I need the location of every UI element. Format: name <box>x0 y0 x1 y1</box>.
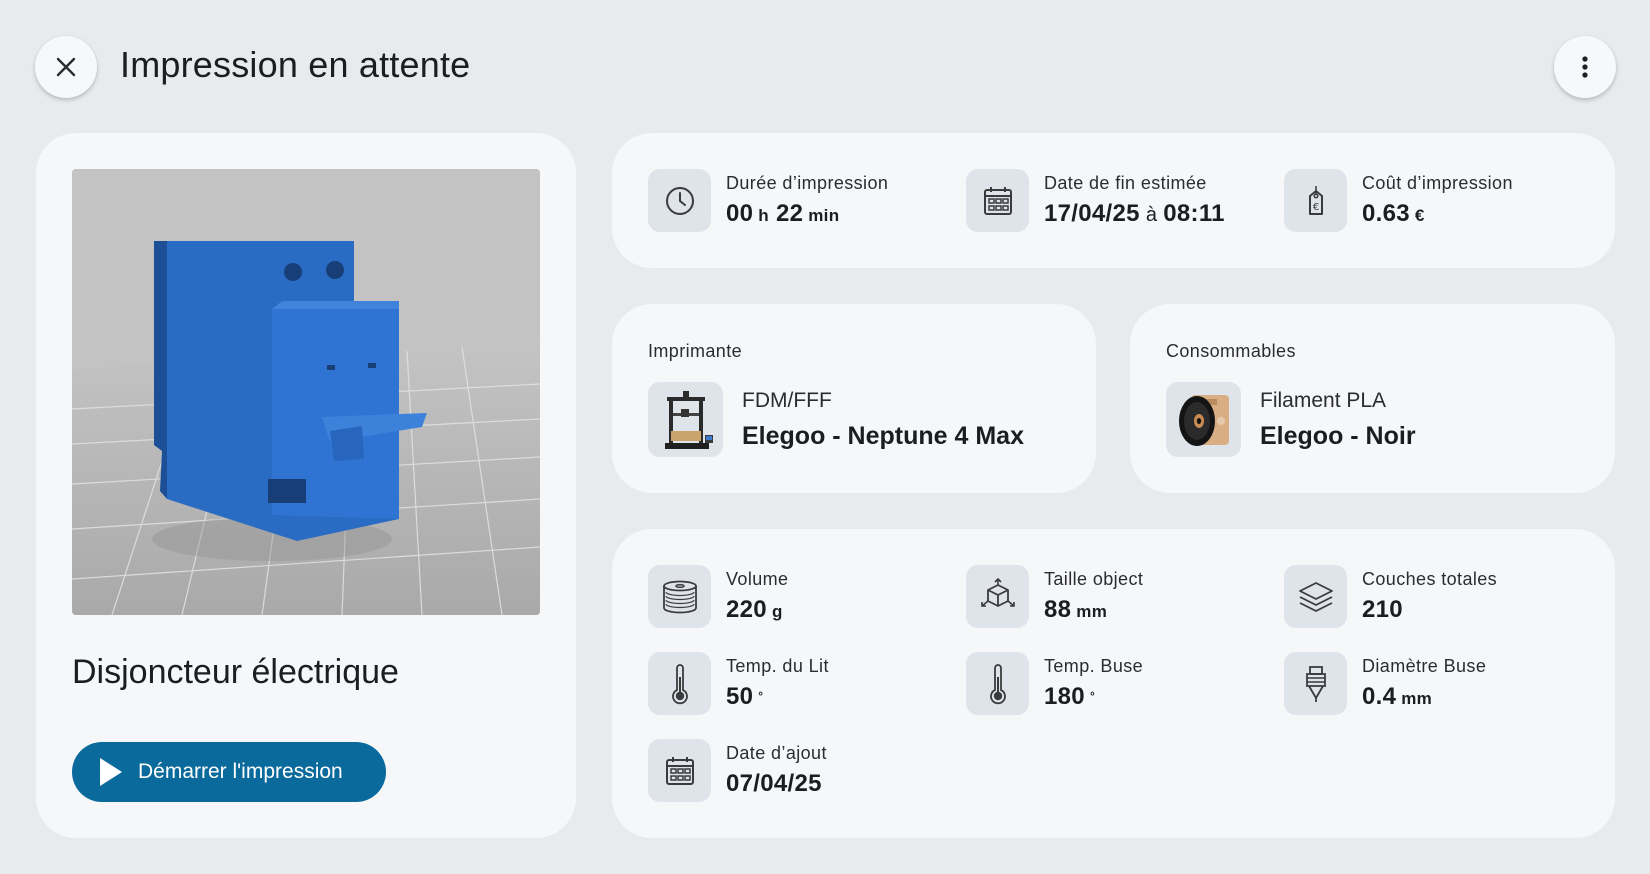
total-layers-stat: Couches totales 210 <box>1284 565 1497 628</box>
cost-label: Coût d’impression <box>1362 173 1513 193</box>
printer-card[interactable]: Imprimante FDM/FFF Elegoo - Neptune 4 Ma… <box>612 304 1096 493</box>
layers-icon <box>1284 565 1347 628</box>
price-tag-icon: € <box>1284 169 1347 232</box>
page-title: Impression en attente <box>120 44 471 85</box>
close-icon <box>56 57 76 77</box>
consumable-name: Elegoo - Noir <box>1260 421 1416 450</box>
bed-temp-stat: Temp. du Lit 50 ° <box>648 652 829 715</box>
model-preview-image <box>72 169 540 615</box>
3d-model-preview <box>72 169 540 615</box>
object-size-stat: Taille object 88 mm <box>966 565 1143 628</box>
added-date-stat: Date d’ajout 07/04/25 <box>648 739 827 802</box>
nozzle-diameter-label: Diamètre Buse <box>1362 656 1487 676</box>
end-date-value: 17/04/25 à 08:11 <box>1044 200 1225 227</box>
print-specs-card: Volume 220 g Taille object 88 mm Couches t… <box>612 529 1615 838</box>
filament-spool-icon <box>1166 382 1241 457</box>
nozzle-temp-stat: Temp. Buse 180 ° <box>966 652 1143 715</box>
volume-value: 220 g <box>726 596 783 623</box>
object-size-value: 88 mm <box>1044 596 1108 623</box>
nozzle-temp-label: Temp. Buse <box>1044 656 1144 676</box>
bed-temp-label: Temp. du Lit <box>726 656 829 676</box>
nozzle-diameter-value: 0.4 mm <box>1362 683 1433 710</box>
thermometer-icon <box>648 652 711 715</box>
more-vertical-icon <box>1582 56 1588 78</box>
duration-stat: Durée d’impression 00 h 22 min <box>648 169 888 232</box>
spool-icon <box>648 565 711 628</box>
cost-stat: € Coût d’impression 0.63 € <box>1284 169 1513 232</box>
thermometer-icon <box>966 652 1029 715</box>
printer-section-label: Imprimante <box>648 341 743 361</box>
more-options-button[interactable] <box>1554 36 1616 98</box>
duration-value: 00 h 22 min <box>726 200 840 227</box>
cube-axes-icon <box>966 565 1029 628</box>
play-icon <box>100 758 122 786</box>
total-layers-label: Couches totales <box>1362 569 1498 589</box>
nozzle-diameter-stat: Diamètre Buse 0.4 mm <box>1284 652 1486 715</box>
volume-stat: Volume 220 g <box>648 565 788 628</box>
cost-value: 0.63 € <box>1362 200 1425 227</box>
print-summary-card: Durée d’impression 00 h 22 min Date de fin… <box>612 133 1615 268</box>
consumables-card[interactable]: Consommables Filament PLA Elegoo - Noir <box>1130 304 1615 493</box>
added-date-label: Date d’ajout <box>726 743 827 763</box>
calendar-icon <box>648 739 711 802</box>
start-print-button[interactable]: Démarrer l'impression <box>72 742 386 802</box>
nozzle-temp-value: 180 ° <box>1044 683 1096 710</box>
model-card: Disjoncteur électrique Démarrer l'impres… <box>36 133 576 838</box>
printer-icon <box>648 382 723 457</box>
total-layers-value: 210 <box>1362 596 1403 623</box>
volume-label: Volume <box>726 569 789 589</box>
close-button[interactable] <box>35 36 97 98</box>
consumable-type: Filament PLA <box>1260 388 1387 412</box>
nozzle-icon <box>1284 652 1347 715</box>
printer-type: FDM/FFF <box>742 388 832 412</box>
end-date-label: Date de fin estimée <box>1044 173 1207 193</box>
bed-temp-value: 50 ° <box>726 683 764 710</box>
model-name: Disjoncteur électrique <box>72 653 399 691</box>
clock-icon <box>648 169 711 232</box>
start-print-label: Démarrer l'impression <box>138 760 343 783</box>
printer-name: Elegoo - Neptune 4 Max <box>742 421 1024 450</box>
end-date-stat: Date de fin estimée 17/04/25 à 08:11 <box>966 169 1225 232</box>
added-date-value: 07/04/25 <box>726 770 822 797</box>
svg-text:€: € <box>1312 202 1318 213</box>
object-size-label: Taille object <box>1044 569 1144 589</box>
calendar-icon <box>966 169 1029 232</box>
duration-label: Durée d’impression <box>726 173 889 193</box>
consumables-section-label: Consommables <box>1166 341 1296 361</box>
